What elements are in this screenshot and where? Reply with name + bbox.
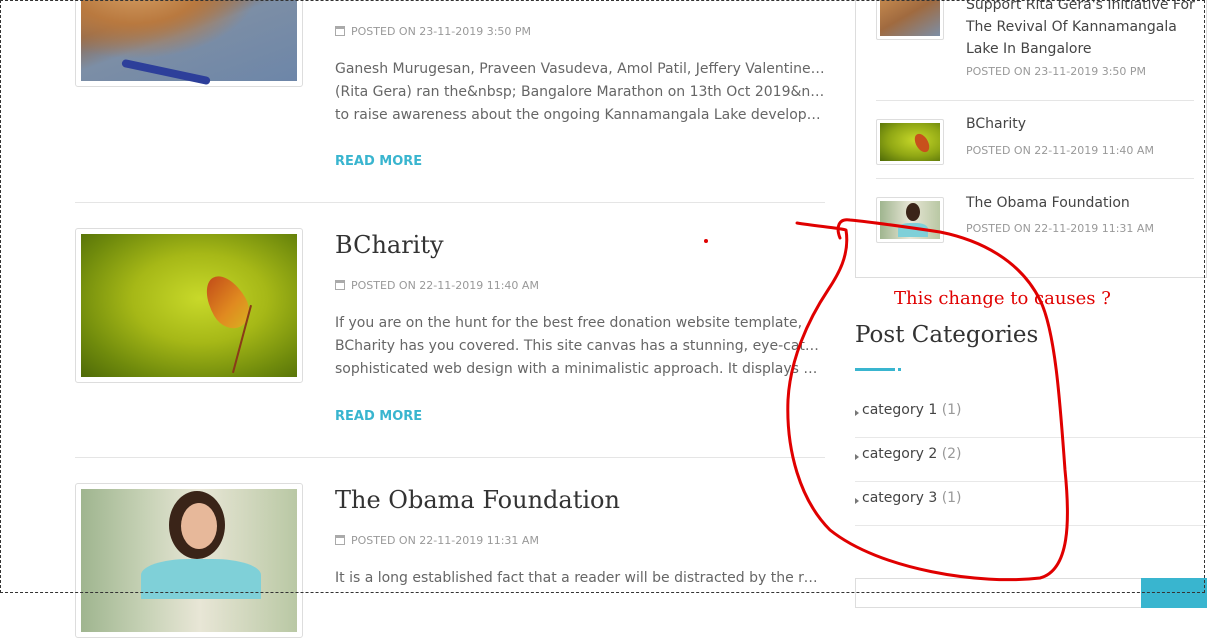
- annotation-text: This change to causes ?: [894, 288, 1111, 309]
- post-date-2: POSTED ON 22-11-2019 11:40 AM: [335, 279, 539, 292]
- woman-photo: [880, 201, 940, 239]
- category-item-1[interactable]: category 1 (1): [855, 394, 1207, 438]
- recent-post-date: POSTED ON 22-11-2019 11:40 AM: [966, 144, 1154, 157]
- post-title-2[interactable]: BCharity: [335, 231, 444, 259]
- post-categories-heading: Post Categories: [855, 322, 1039, 348]
- post-thumbnail-2[interactable]: [75, 228, 303, 383]
- post-excerpt-2: If you are on the hunt for the best free…: [335, 315, 825, 377]
- post-thumbnail-3[interactable]: [75, 483, 303, 638]
- recent-post-divider: [876, 100, 1194, 101]
- annotation-dot: [704, 239, 708, 243]
- caret-right-icon: [855, 454, 859, 460]
- recent-post-thumbnail[interactable]: [876, 197, 944, 243]
- read-more-link-2[interactable]: READ MORE: [335, 409, 422, 424]
- post-date-1: POSTED ON 23-11-2019 3:50 PM: [335, 25, 531, 38]
- post-divider: [75, 202, 825, 203]
- calendar-icon: [335, 535, 345, 545]
- post-excerpt-3: It is a long established fact that a rea…: [335, 570, 825, 586]
- search-button[interactable]: [1141, 578, 1207, 608]
- category-item-2[interactable]: category 2 (2): [855, 438, 1207, 482]
- heading-underline: [855, 368, 895, 371]
- post-excerpt-1: Ganesh Murugesan, Praveen Vasudeva, Amol…: [335, 61, 825, 123]
- leaf-photo: [81, 234, 297, 377]
- post-divider: [75, 457, 825, 458]
- recent-post-date: POSTED ON 23-11-2019 3:50 PM: [966, 65, 1147, 78]
- dog-photo: [880, 0, 940, 36]
- heading-underline-dot: [898, 368, 901, 371]
- recent-post-thumbnail[interactable]: [876, 119, 944, 165]
- calendar-icon: [335, 26, 345, 36]
- category-item-3[interactable]: category 3 (1): [855, 482, 1207, 526]
- search-input[interactable]: [855, 578, 1143, 608]
- leaf-photo: [880, 123, 940, 161]
- recent-post-date: POSTED ON 22-11-2019 11:31 AM: [966, 222, 1154, 235]
- read-more-link-1[interactable]: READ MORE: [335, 154, 422, 169]
- recent-post-title[interactable]: The Obama Foundation: [966, 192, 1196, 214]
- recent-post-divider: [876, 178, 1194, 179]
- post-title-3[interactable]: The Obama Foundation: [335, 486, 620, 514]
- recent-post-thumbnail[interactable]: [876, 0, 944, 40]
- recent-post-title[interactable]: Support Rita Gera's Initiative For The R…: [966, 0, 1196, 60]
- post-date-3: POSTED ON 22-11-2019 11:31 AM: [335, 534, 539, 547]
- caret-right-icon: [855, 410, 859, 416]
- recent-post-title[interactable]: BCharity: [966, 113, 1196, 135]
- dog-photo: [81, 0, 297, 86]
- caret-right-icon: [855, 498, 859, 504]
- woman-photo: [81, 489, 297, 632]
- post-thumbnail-1[interactable]: [75, 0, 303, 87]
- calendar-icon: [335, 280, 345, 290]
